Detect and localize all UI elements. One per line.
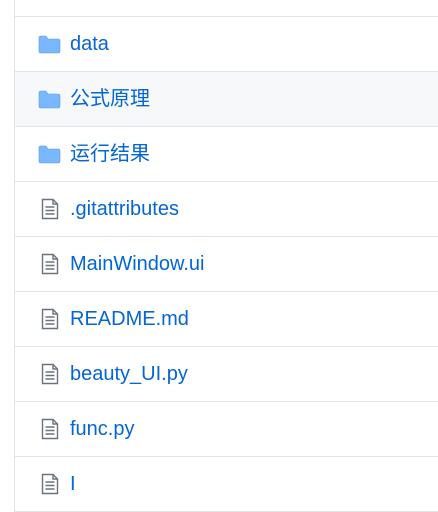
folder-icon (38, 88, 61, 110)
file-name-link[interactable]: .gitattributes (70, 199, 179, 219)
list-item[interactable]: MainWindow.ui (15, 237, 438, 292)
file-name-link[interactable]: 公式原理 (70, 89, 150, 109)
file-icon (38, 198, 61, 220)
file-icon (38, 253, 61, 275)
file-name-link[interactable]: README.md (70, 309, 189, 329)
folder-icon (38, 143, 61, 165)
file-icon (38, 308, 61, 330)
list-item[interactable]: 公式原理 (15, 72, 438, 127)
list-item[interactable]: func.py (15, 402, 438, 457)
list-item[interactable]: I (15, 457, 438, 512)
list-item[interactable]: 运行结果 (15, 127, 438, 182)
file-icon (38, 418, 61, 440)
file-icon (38, 473, 61, 495)
file-list: __ data 公式原理 运行结果 .gitattributes MainWin… (14, 0, 438, 512)
list-item[interactable]: .gitattributes (15, 182, 438, 237)
file-name-link[interactable]: beauty_UI.py (70, 364, 188, 384)
file-name-link[interactable]: func.py (70, 419, 134, 439)
file-icon (38, 363, 61, 385)
folder-icon (38, 33, 61, 55)
list-item[interactable]: README.md (15, 292, 438, 347)
file-name-link[interactable]: data (70, 34, 109, 54)
list-item[interactable]: data (15, 17, 438, 72)
list-item[interactable]: __ (15, 0, 438, 17)
list-item[interactable]: beauty_UI.py (15, 347, 438, 402)
file-name-link[interactable]: MainWindow.ui (70, 254, 205, 274)
file-name-link[interactable]: 运行结果 (70, 144, 150, 164)
file-name-link[interactable]: I (70, 474, 76, 494)
